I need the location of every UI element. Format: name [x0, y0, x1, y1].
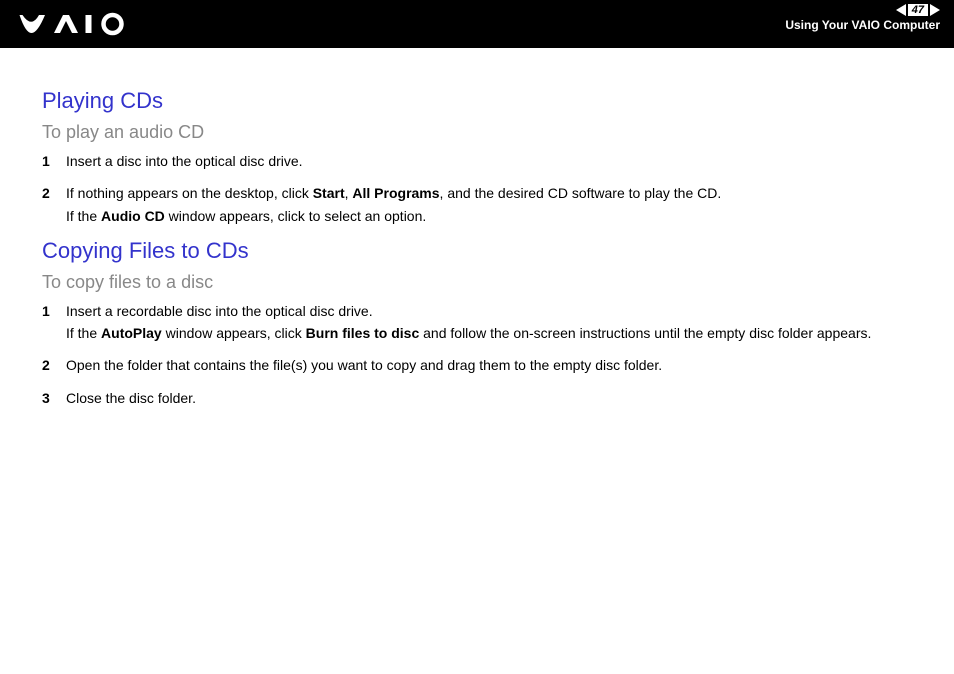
- step-body: Insert a recordable disc into the optica…: [66, 301, 924, 346]
- step-number: 3: [42, 388, 66, 410]
- step-number: 2: [42, 355, 66, 377]
- step-body: Close the disc folder.: [66, 388, 924, 410]
- vaio-logo: [18, 12, 138, 36]
- section-heading: Playing CDs: [42, 88, 924, 114]
- page-number: 47: [908, 4, 928, 16]
- step-line: Insert a disc into the optical disc driv…: [66, 151, 924, 171]
- bold-term: All Programs: [352, 185, 439, 201]
- section-title: Using Your VAIO Computer: [785, 18, 940, 32]
- header-nav: 47 Using Your VAIO Computer: [785, 4, 940, 32]
- prev-page-icon[interactable]: [896, 4, 906, 16]
- step: 2Open the folder that contains the file(…: [42, 355, 924, 377]
- step-line: If nothing appears on the desktop, click…: [66, 183, 924, 203]
- step-line: If the AutoPlay window appears, click Bu…: [66, 323, 924, 343]
- sub-heading: To copy files to a disc: [42, 272, 924, 293]
- step: 1Insert a recordable disc into the optic…: [42, 301, 924, 346]
- page-header: 47 Using Your VAIO Computer: [0, 0, 954, 48]
- step-body: Insert a disc into the optical disc driv…: [66, 151, 924, 173]
- bold-term: Burn files to disc: [306, 325, 420, 341]
- bold-term: Start: [313, 185, 345, 201]
- step-body: If nothing appears on the desktop, click…: [66, 183, 924, 228]
- step-line: Close the disc folder.: [66, 388, 924, 408]
- page-content: Playing CDsTo play an audio CD1Insert a …: [0, 48, 954, 450]
- step: 1Insert a disc into the optical disc dri…: [42, 151, 924, 173]
- sub-heading: To play an audio CD: [42, 122, 924, 143]
- step: 2If nothing appears on the desktop, clic…: [42, 183, 924, 228]
- bold-term: AutoPlay: [101, 325, 162, 341]
- section-heading: Copying Files to CDs: [42, 238, 924, 264]
- step-body: Open the folder that contains the file(s…: [66, 355, 924, 377]
- next-page-icon[interactable]: [930, 4, 940, 16]
- step: 3Close the disc folder.: [42, 388, 924, 410]
- bold-term: Audio CD: [101, 208, 165, 224]
- step-line: Insert a recordable disc into the optica…: [66, 301, 924, 321]
- step-line: If the Audio CD window appears, click to…: [66, 206, 924, 226]
- step-number: 1: [42, 301, 66, 346]
- step-line: Open the folder that contains the file(s…: [66, 355, 924, 375]
- step-number: 1: [42, 151, 66, 173]
- step-number: 2: [42, 183, 66, 228]
